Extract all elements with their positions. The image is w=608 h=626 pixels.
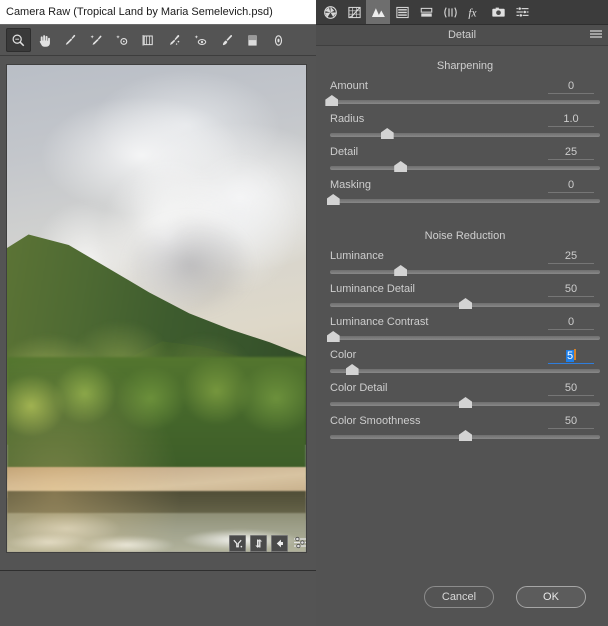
copy-settings-button[interactable] bbox=[271, 535, 288, 552]
preview-preferences-button[interactable] bbox=[292, 535, 307, 550]
targeted-adjustment-tool[interactable] bbox=[110, 28, 135, 52]
settings-panel: fx Detail Sharpening Amount 0 Radius 1.0… bbox=[316, 0, 608, 625]
hand-tool[interactable] bbox=[32, 28, 57, 52]
slider-knob-luminance-detail[interactable] bbox=[459, 298, 472, 309]
photo-canvas[interactable] bbox=[6, 64, 307, 553]
color-sampler-tool[interactable] bbox=[84, 28, 109, 52]
radial-filter-tool[interactable] bbox=[266, 28, 291, 52]
slider-value-luminance[interactable]: 25 bbox=[548, 250, 594, 264]
slider-label-color-smoothness: Color Smoothness bbox=[330, 415, 421, 427]
section-title-sharpening: Sharpening bbox=[436, 60, 494, 72]
tab-camera-calibration[interactable] bbox=[486, 0, 510, 24]
slider-value-masking[interactable]: 0 bbox=[548, 179, 594, 193]
slider-knob-radius[interactable] bbox=[380, 128, 394, 139]
zoom-tool[interactable] bbox=[6, 28, 31, 52]
image-toolbar bbox=[0, 24, 316, 56]
panel-tab-bar: fx bbox=[316, 0, 608, 25]
tab-detail[interactable] bbox=[366, 0, 390, 24]
spot-removal-tool[interactable] bbox=[162, 28, 187, 52]
slider-knob-color[interactable] bbox=[345, 364, 359, 375]
slider-row-radius[interactable]: Radius 1.0 bbox=[330, 113, 600, 146]
slider-label-color-detail: Color Detail bbox=[330, 382, 388, 394]
slider-knob-amount[interactable] bbox=[325, 95, 339, 106]
tab-presets[interactable] bbox=[510, 0, 534, 24]
tab-basic[interactable] bbox=[318, 0, 342, 24]
red-eye-tool[interactable] bbox=[188, 28, 213, 52]
graduated-filter-tool[interactable] bbox=[240, 28, 265, 52]
slider-label-luminance: Luminance bbox=[330, 250, 384, 262]
slider-track-amount[interactable] bbox=[330, 100, 600, 104]
slider-knob-color-smoothness[interactable] bbox=[459, 430, 472, 441]
slider-knob-color-detail[interactable] bbox=[459, 397, 472, 408]
svg-text:fx: fx bbox=[468, 7, 476, 19]
left-pane: Camera Raw (Tropical Land by Maria Semel… bbox=[0, 0, 316, 626]
before-after-button[interactable] bbox=[229, 535, 246, 552]
slider-knob-detail[interactable] bbox=[394, 161, 408, 172]
slider-row-luminance[interactable]: Luminance 25 bbox=[330, 250, 600, 283]
slider-track-detail[interactable] bbox=[330, 166, 600, 170]
tab-tone-curve[interactable] bbox=[342, 0, 366, 24]
detail-panel-body: Sharpening Amount 0 Radius 1.0 Detail 25 bbox=[316, 46, 608, 579]
tab-lens-corrections[interactable] bbox=[438, 0, 462, 24]
slider-row-color-detail[interactable]: Color Detail 50 bbox=[330, 382, 600, 415]
slider-value-color-detail[interactable]: 50 bbox=[548, 382, 594, 396]
hamburger-menu-icon[interactable] bbox=[590, 30, 602, 43]
slider-value-luminance-detail[interactable]: 50 bbox=[548, 283, 594, 297]
slider-value-radius[interactable]: 1.0 bbox=[548, 113, 594, 127]
slider-row-color[interactable]: Color 5 bbox=[330, 349, 600, 382]
swap-before-after-button[interactable] bbox=[250, 535, 267, 552]
slider-value-detail[interactable]: 25 bbox=[548, 146, 594, 160]
ok-button[interactable]: OK bbox=[516, 586, 586, 608]
slider-value-amount[interactable]: 0 bbox=[548, 80, 594, 94]
slider-label-luminance-contrast: Luminance Contrast bbox=[330, 316, 429, 328]
slider-row-luminance-detail[interactable]: Luminance Detail 50 bbox=[330, 283, 600, 316]
cancel-button[interactable]: Cancel bbox=[424, 586, 494, 608]
left-pane-footer bbox=[0, 570, 316, 626]
slider-value-luminance-contrast[interactable]: 0 bbox=[548, 316, 594, 330]
slider-knob-luminance[interactable] bbox=[394, 265, 408, 276]
slider-track-luminance-contrast[interactable] bbox=[330, 336, 600, 340]
white-balance-tool[interactable] bbox=[58, 28, 83, 52]
slider-row-masking[interactable]: Masking 0 bbox=[326, 179, 600, 212]
slider-row-detail[interactable]: Detail 25 bbox=[330, 146, 600, 179]
window-title: Camera Raw (Tropical Land by Maria Semel… bbox=[6, 6, 273, 18]
slider-track-color[interactable] bbox=[330, 369, 600, 373]
slider-track-luminance[interactable] bbox=[330, 270, 600, 274]
tab-split-toning[interactable] bbox=[414, 0, 438, 24]
slider-value-color[interactable]: 5 bbox=[548, 349, 594, 364]
slider-row-luminance-contrast[interactable]: Luminance Contrast 0 bbox=[326, 316, 600, 349]
slider-label-luminance-detail: Luminance Detail bbox=[330, 283, 415, 295]
slider-row-amount[interactable]: Amount 0 bbox=[325, 80, 600, 113]
text-cursor bbox=[574, 349, 577, 360]
slider-value-color-smoothness[interactable]: 50 bbox=[548, 415, 594, 429]
tab-effects[interactable]: fx bbox=[462, 0, 486, 24]
adjustment-brush-tool[interactable] bbox=[214, 28, 239, 52]
camera-raw-window: Camera Raw (Tropical Land by Maria Semel… bbox=[0, 0, 608, 626]
dialog-footer: Cancel OK bbox=[316, 579, 608, 625]
slider-knob-luminance-contrast[interactable] bbox=[326, 331, 340, 342]
crop-tool[interactable] bbox=[136, 28, 161, 52]
slider-track-radius[interactable] bbox=[330, 133, 600, 137]
slider-label-amount: Amount bbox=[330, 80, 368, 92]
tab-hsl-grayscale[interactable] bbox=[390, 0, 414, 24]
section-title-noise-reduction: Noise Reduction bbox=[424, 230, 506, 242]
slider-row-color-smoothness[interactable]: Color Smoothness 50 bbox=[330, 415, 600, 448]
window-title-bar: Camera Raw (Tropical Land by Maria Semel… bbox=[0, 0, 316, 24]
image-preview-area[interactable] bbox=[0, 56, 316, 555]
slider-knob-masking[interactable] bbox=[326, 194, 340, 205]
slider-label-color: Color bbox=[330, 349, 357, 361]
preview-button-group bbox=[229, 535, 307, 552]
panel-title: Detail bbox=[447, 29, 477, 41]
slider-label-detail: Detail bbox=[330, 146, 359, 158]
slider-label-masking: Masking bbox=[330, 179, 371, 191]
panel-header: Detail bbox=[316, 25, 608, 46]
slider-value-color-text: 5 bbox=[565, 350, 575, 362]
slider-label-radius: Radius bbox=[330, 113, 365, 125]
slider-track-masking[interactable] bbox=[330, 199, 600, 203]
